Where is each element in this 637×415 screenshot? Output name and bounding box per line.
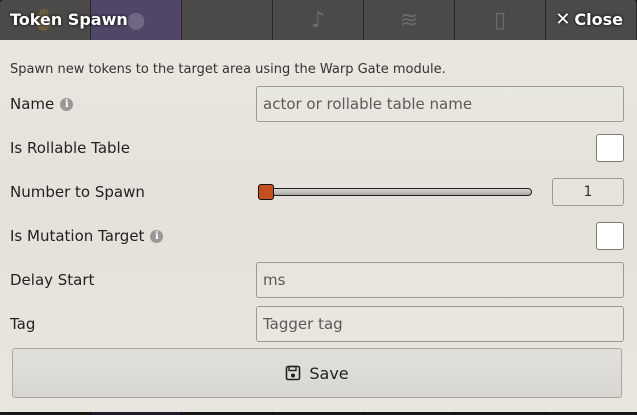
save-button[interactable]: Save xyxy=(12,348,622,398)
field-row-tag: Tag xyxy=(10,305,627,343)
close-label: Close xyxy=(574,10,623,29)
number-to-spawn-label-group: Number to Spawn xyxy=(10,183,145,201)
tag-label: Tag xyxy=(10,315,36,333)
name-label: Name xyxy=(10,95,55,113)
is-rollable-table-label: Is Rollable Table xyxy=(10,139,130,157)
field-row-number-to-spawn: Number to Spawn 1 xyxy=(10,173,627,211)
wind-icon: ≋ xyxy=(364,0,455,40)
delay-start-label-group: Delay Start xyxy=(10,271,94,289)
is-mutation-target-checkbox[interactable] xyxy=(596,222,624,250)
tag-input[interactable] xyxy=(256,306,624,342)
music-note-icon: ♪ xyxy=(273,0,364,40)
token-spawn-dialog: ✋ ● ♪ ≋ ▯ Token Spawn ✕ Close Spawn new … xyxy=(0,0,637,412)
number-to-spawn-slider[interactable] xyxy=(258,188,532,196)
is-mutation-target-label-group: Is Mutation Target i xyxy=(10,227,164,245)
book-icon: ▯ xyxy=(455,0,546,40)
name-input[interactable] xyxy=(256,86,624,122)
dialog-titlebar[interactable]: ✋ ● ♪ ≋ ▯ Token Spawn ✕ Close xyxy=(0,0,637,40)
field-row-is-rollable-table: Is Rollable Table xyxy=(10,129,627,167)
field-row-delay-start: Delay Start xyxy=(10,261,627,299)
floppy-disk-icon xyxy=(286,365,301,381)
number-to-spawn-label: Number to Spawn xyxy=(10,183,145,201)
delay-start-label: Delay Start xyxy=(10,271,95,289)
dialog-notes: Spawn new tokens to the target area usin… xyxy=(10,62,446,77)
field-row-is-mutation-target: Is Mutation Target i xyxy=(10,217,627,255)
dialog-title: Token Spawn xyxy=(10,10,128,29)
tag-label-group: Tag xyxy=(10,315,35,333)
is-rollable-table-label-group: Is Rollable Table xyxy=(10,139,130,157)
field-row-name: Name i xyxy=(10,85,627,123)
close-button[interactable]: ✕ Close xyxy=(555,0,623,40)
background-tab xyxy=(182,0,273,40)
slider-thumb[interactable] xyxy=(258,184,274,200)
info-icon[interactable]: i xyxy=(150,229,164,243)
delay-start-input[interactable] xyxy=(256,262,624,298)
is-rollable-table-checkbox[interactable] xyxy=(596,134,624,162)
info-icon[interactable]: i xyxy=(60,97,74,111)
close-icon: ✕ xyxy=(555,9,571,30)
is-mutation-target-label: Is Mutation Target xyxy=(10,227,145,245)
number-to-spawn-value[interactable]: 1 xyxy=(552,178,624,206)
save-label: Save xyxy=(309,363,349,383)
name-label-group: Name i xyxy=(10,95,74,113)
